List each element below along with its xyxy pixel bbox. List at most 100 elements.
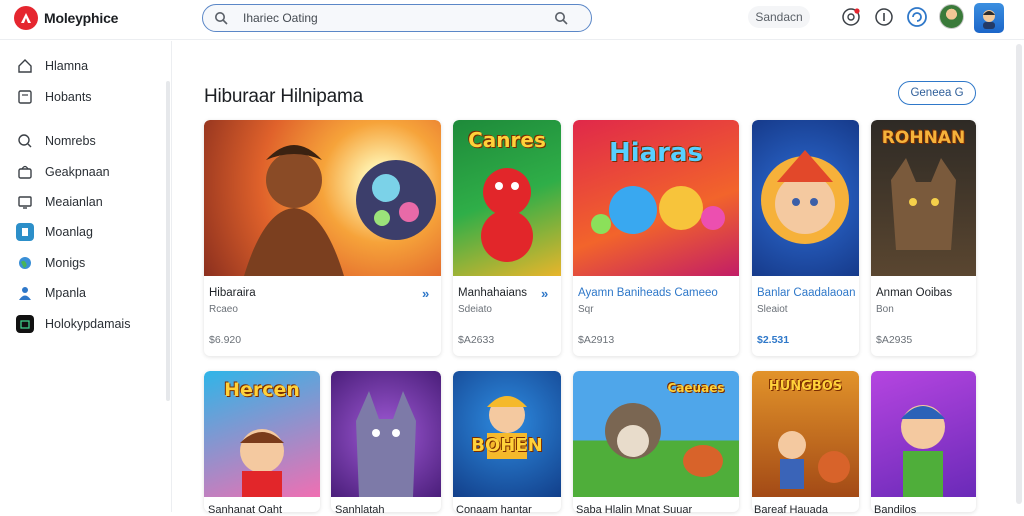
thumb-title: Canres bbox=[468, 128, 546, 152]
card-title: Ayamn Baniheads Cameeo bbox=[578, 287, 718, 299]
hero-portrait-icon bbox=[761, 150, 849, 244]
person-icon bbox=[16, 284, 34, 302]
search-bar[interactable] bbox=[202, 4, 592, 32]
sidebar-item-label: Moanlag bbox=[45, 225, 93, 239]
home-icon bbox=[16, 57, 34, 75]
user-avatar[interactable] bbox=[939, 4, 964, 29]
boy-character-icon bbox=[901, 405, 945, 497]
bag-icon bbox=[16, 163, 34, 181]
sidebar-item-shop[interactable]: Geakpnaan bbox=[16, 161, 110, 183]
character-avatar-icon bbox=[983, 10, 995, 29]
brand-name: Moleyphice bbox=[44, 10, 119, 26]
header-text-button[interactable]: Sandacn bbox=[748, 6, 810, 28]
game-card[interactable]: Hercen bbox=[204, 371, 320, 512]
forward-arrow-icon[interactable]: » bbox=[422, 286, 429, 301]
game-thumbnail: BOHEN bbox=[453, 371, 561, 497]
card-subtitle: Sleaiot bbox=[757, 304, 788, 315]
sidebar-item-label: Monigs bbox=[45, 256, 86, 270]
game-card[interactable]: Hiaras Ayamn Baniheads Cameeo Sqr $A2913 bbox=[573, 120, 739, 356]
sidebar-item-label: Holokypdamais bbox=[45, 317, 131, 331]
card-title: Bandilos bbox=[874, 504, 917, 516]
sidebar-item-label: Geakpnaan bbox=[45, 165, 110, 179]
card-price: $2.531 bbox=[757, 334, 790, 346]
book-icon bbox=[16, 88, 34, 106]
profile-avatar[interactable] bbox=[974, 3, 1004, 33]
card-title: Sanhanat Oaht bbox=[208, 504, 283, 516]
sidebar-item-label: Hlamna bbox=[45, 59, 89, 73]
sidebar-item-label: Meaianlan bbox=[45, 195, 103, 209]
sidebar: Hlamna Hobants Nomrebs Geakpnaan Meaianl… bbox=[0, 41, 172, 512]
general-button[interactable]: Geneea G bbox=[898, 81, 976, 105]
brand[interactable]: Moleyphice bbox=[14, 6, 118, 30]
game-thumbnail: Caeuaes bbox=[573, 371, 739, 497]
card-title: Hibaraira bbox=[209, 287, 256, 299]
card-title: Conaam hantar bbox=[456, 504, 532, 516]
thumb-title: BOHEN bbox=[471, 435, 543, 456]
store-icon bbox=[16, 315, 34, 333]
sidebar-item-label: Hobants bbox=[45, 90, 92, 104]
game-thumbnail bbox=[204, 120, 441, 276]
sidebar-item-world[interactable]: Monigs bbox=[16, 252, 85, 274]
character-artwork-icon bbox=[244, 145, 436, 276]
info-icon bbox=[875, 8, 893, 26]
sidebar-item-search[interactable]: Nomrebs bbox=[16, 130, 96, 152]
game-thumbnail bbox=[331, 371, 441, 497]
help-button[interactable] bbox=[873, 6, 895, 28]
globe-icon bbox=[16, 254, 34, 272]
sidebar-item-people[interactable]: Mpanla bbox=[16, 282, 86, 304]
sidebar-item-store[interactable]: Holokypdamais bbox=[16, 313, 130, 335]
main-scrollbar[interactable] bbox=[1016, 44, 1022, 504]
app-icon bbox=[16, 223, 34, 241]
game-thumbnail: Canres bbox=[453, 120, 561, 276]
sync-button[interactable] bbox=[906, 6, 928, 28]
card-title: Banlar Caadalaoan bbox=[757, 287, 856, 299]
monitor-icon bbox=[16, 193, 34, 211]
card-subtitle: Bon bbox=[876, 304, 894, 315]
search-submit-icon[interactable] bbox=[553, 10, 569, 26]
top-bar: Moleyphice Sandacn bbox=[0, 0, 1024, 40]
card-price: $6.920 bbox=[209, 334, 242, 346]
game-thumbnail: HUNGBOS bbox=[752, 371, 859, 497]
card-title: Saba Hlalin Mnat Suuar bbox=[576, 504, 693, 516]
game-card[interactable]: Hibaraira » Rcaeo $6.920 bbox=[204, 120, 441, 356]
card-subtitle: Rcaeo bbox=[209, 304, 238, 315]
game-card[interactable] bbox=[871, 371, 976, 512]
forward-arrow-icon[interactable]: » bbox=[541, 286, 548, 301]
notifications-button[interactable] bbox=[840, 6, 862, 28]
card-subtitle: Sqr bbox=[578, 304, 594, 315]
brand-logo-icon bbox=[14, 6, 38, 30]
sidebar-item-home[interactable]: Hlamna bbox=[16, 55, 88, 77]
game-thumbnail: Hercen bbox=[204, 371, 320, 497]
card-price: $A2633 bbox=[458, 334, 495, 346]
thumb-title: ROHNAN bbox=[881, 128, 966, 148]
search-input[interactable] bbox=[243, 11, 553, 25]
card-title: Anman Ooibas bbox=[876, 287, 953, 299]
game-card[interactable]: Banlar Caadalaoan Sleaiot $2.531 bbox=[752, 120, 859, 356]
search-icon bbox=[16, 132, 34, 150]
thumb-title: Caeuaes bbox=[667, 381, 725, 395]
sidebar-item-media[interactable]: Meaianlan bbox=[16, 191, 103, 213]
card-title: Bareaf Hauada bbox=[754, 504, 828, 516]
game-card[interactable]: Caeuaes bbox=[573, 371, 739, 512]
page-title: Hiburaar Hilnipama bbox=[204, 86, 364, 107]
card-title: Manhahaians bbox=[458, 287, 528, 299]
card-price: $A2935 bbox=[876, 334, 913, 346]
wolf-character-icon bbox=[356, 391, 416, 497]
game-thumbnail: ROHNAN bbox=[871, 120, 976, 276]
thumb-title: Hercen bbox=[224, 379, 300, 401]
thumb-title: HUNGBOS bbox=[768, 379, 843, 394]
game-card[interactable] bbox=[331, 371, 441, 512]
search-icon bbox=[213, 10, 229, 26]
game-card[interactable]: HUNGBOS bbox=[752, 371, 859, 512]
game-card[interactable]: Canres Manhahaians » Sdeiato $A2633 bbox=[453, 120, 561, 356]
sidebar-item-apps[interactable]: Moanlag bbox=[16, 221, 93, 243]
game-thumbnail bbox=[752, 120, 859, 276]
sidebar-scrollbar[interactable] bbox=[166, 81, 170, 401]
game-card[interactable]: ROHNAN Anman Ooibas Bon $A2935 bbox=[871, 120, 976, 356]
game-thumbnail bbox=[871, 371, 976, 497]
refresh-icon bbox=[907, 7, 927, 27]
sidebar-item-label: Nomrebs bbox=[45, 134, 96, 148]
miner-character-icon bbox=[487, 396, 527, 459]
game-card[interactable]: BOHEN bbox=[453, 371, 561, 512]
sidebar-item-library[interactable]: Hobants bbox=[16, 86, 92, 108]
